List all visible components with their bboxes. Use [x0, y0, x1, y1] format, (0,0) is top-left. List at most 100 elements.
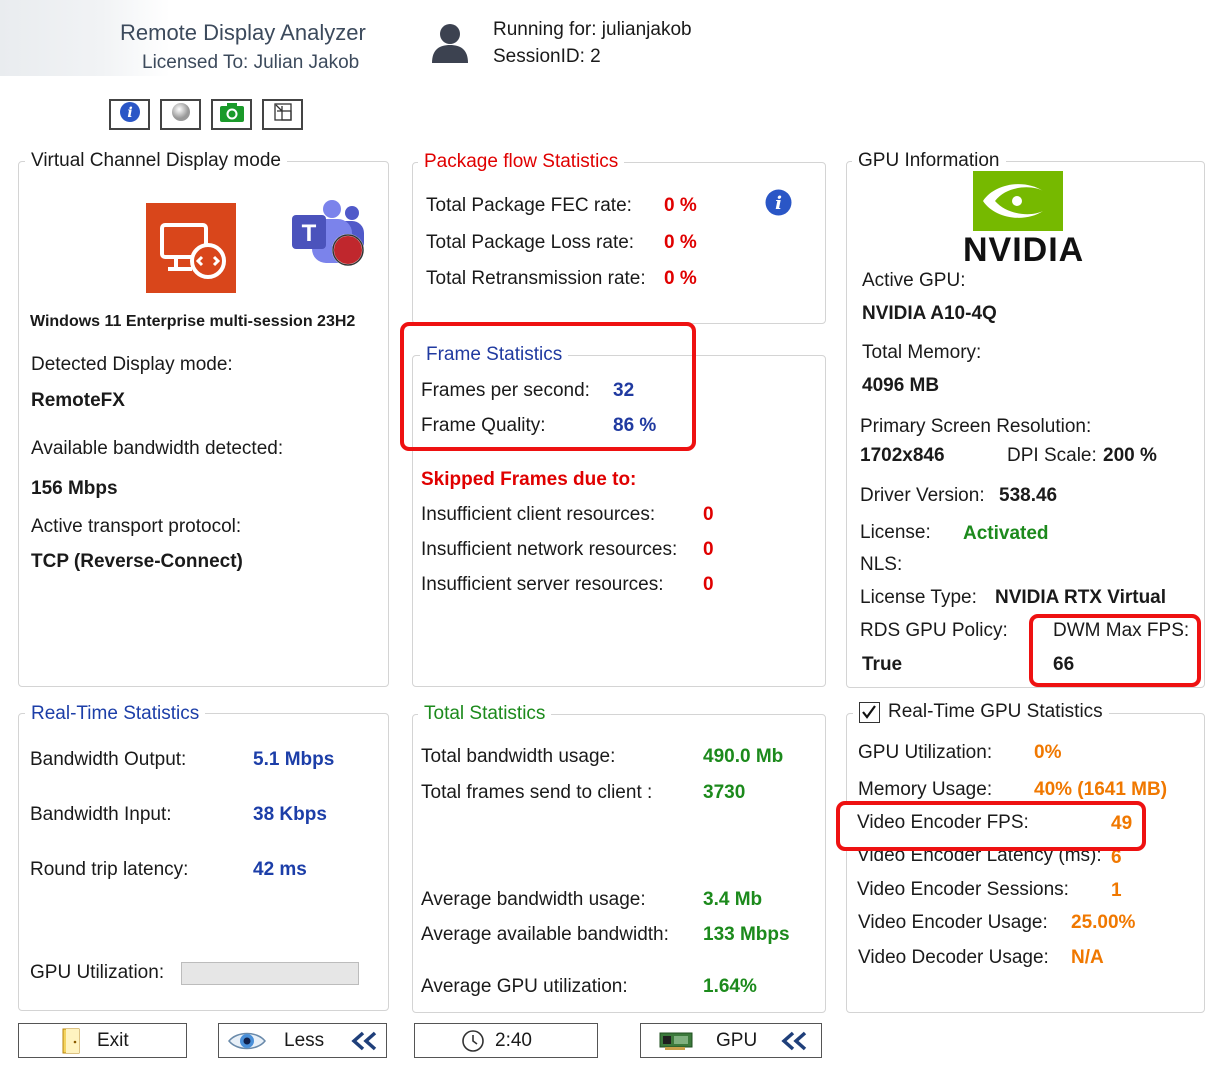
camera-button[interactable] — [211, 99, 252, 130]
graphics-card-icon — [659, 1031, 693, 1051]
clock-icon — [461, 1029, 485, 1053]
bandwidth-detected-label: Available bandwidth detected: — [31, 438, 284, 459]
total-memory-value: 4096 MB — [862, 375, 940, 396]
encoder-fps-label: Video Encoder FPS: — [857, 812, 1029, 833]
rt-gpu-checkbox[interactable] — [859, 701, 880, 723]
svg-text:i: i — [127, 105, 132, 121]
memory-usage-label: Memory Usage: — [858, 779, 993, 800]
bandwidth-output-value: 5.1 Mbps — [253, 749, 335, 770]
total-memory-label: Total Memory: — [862, 342, 982, 363]
fec-rate-value: 0 % — [664, 195, 697, 216]
door-exit-icon — [62, 1028, 80, 1054]
gpu-utilization-label: GPU Utilization: — [30, 962, 165, 983]
gpu-info-title: GPU Information — [852, 150, 1006, 172]
realtime-title: Real-Time Statistics — [25, 703, 206, 725]
memory-usage-value: 40% (1641 MB) — [1034, 779, 1168, 800]
exit-button[interactable]: Exit — [18, 1023, 187, 1058]
timer-button[interactable]: 2:40 — [414, 1023, 598, 1058]
encoder-sessions-value: 1 — [1111, 880, 1122, 901]
app-title: Remote Display Analyzer — [120, 20, 366, 45]
gpu-utilization-bar — [181, 962, 359, 985]
exit-button-label: Exit — [97, 1029, 129, 1051]
total-stats-title: Total Statistics — [418, 703, 552, 725]
dpi-scale-label: DPI Scale: — [1007, 445, 1097, 466]
user-icon — [430, 22, 470, 64]
total-bandwidth-label: Total bandwidth usage: — [421, 746, 616, 767]
less-button[interactable]: Less — [218, 1023, 387, 1058]
running-for: Running for: julianjakob — [493, 19, 692, 40]
bandwidth-output-label: Bandwidth Output: — [30, 749, 187, 770]
ball-button[interactable] — [160, 99, 201, 130]
nvidia-logo-icon — [973, 171, 1063, 231]
resize-icon — [272, 101, 294, 129]
insufficient-server-value: 0 — [703, 574, 714, 595]
camera-icon — [219, 101, 245, 129]
avg-gpu-value: 1.64% — [703, 976, 757, 997]
rt-gpu-title: Real-Time GPU Statistics — [888, 701, 1103, 722]
bandwidth-detected-value: 156 Mbps — [31, 478, 118, 499]
rds-policy-label: RDS GPU Policy: — [860, 620, 1008, 641]
encoder-usage-value: 25.00% — [1071, 912, 1136, 933]
dpi-scale-value: 200 % — [1103, 445, 1157, 466]
avg-bandwidth-value: 3.4 Mb — [703, 889, 763, 910]
resolution-label: Primary Screen Resolution: — [860, 416, 1092, 437]
gpu-button-label: GPU — [716, 1029, 758, 1051]
loss-rate-value: 0 % — [664, 232, 697, 253]
licensed-to: Licensed To: Julian Jakob — [142, 52, 360, 73]
retransmission-rate-label: Total Retransmission rate: — [426, 268, 646, 289]
driver-version-value: 538.46 — [999, 485, 1058, 506]
insufficient-client-label: Insufficient client resources: — [421, 504, 656, 525]
round-trip-value: 42 ms — [253, 859, 307, 880]
package-flow-title: Package flow Statistics — [418, 151, 625, 173]
avg-gpu-label: Average GPU utilization: — [421, 976, 628, 997]
nvidia-logo-text: NVIDIA — [963, 231, 1085, 269]
info-button[interactable]: i — [109, 99, 150, 130]
timer-value: 2:40 — [495, 1029, 532, 1051]
detected-mode-value: RemoteFX — [31, 390, 125, 411]
insufficient-server-label: Insufficient server resources: — [421, 574, 664, 595]
double-chevron-left-icon — [349, 1030, 379, 1052]
detected-mode-label: Detected Display mode: — [31, 354, 233, 375]
transport-protocol-label: Active transport protocol: — [31, 516, 242, 537]
bandwidth-input-value: 38 Kbps — [253, 804, 327, 825]
encoder-usage-label: Video Encoder Usage: — [858, 912, 1048, 933]
resolution-value: 1702x846 — [860, 445, 945, 466]
total-bandwidth-value: 490.0 Mb — [703, 746, 784, 767]
license-label: License: — [860, 522, 931, 543]
dwm-highlight — [1029, 614, 1201, 687]
gpu-button[interactable]: GPU — [640, 1023, 822, 1058]
nls-label: NLS: — [860, 554, 903, 575]
decoder-usage-value: N/A — [1071, 947, 1104, 968]
insufficient-client-value: 0 — [703, 504, 714, 525]
svg-text:T: T — [302, 220, 317, 247]
os-name: Windows 11 Enterprise multi-session 23H2 — [30, 313, 356, 330]
retransmission-rate-value: 0 % — [664, 268, 697, 289]
gpu-double-chevron-left-icon — [779, 1030, 809, 1052]
total-frames-value: 3730 — [703, 782, 746, 803]
license-value: Activated — [963, 523, 1049, 544]
svg-text:i: i — [775, 193, 782, 214]
driver-version-label: Driver Version: — [860, 485, 985, 506]
avg-available-value: 133 Mbps — [703, 924, 790, 945]
avg-available-label: Average available bandwidth: — [421, 924, 669, 945]
active-gpu-value: NVIDIA A10-4Q — [862, 303, 997, 324]
avg-bandwidth-label: Average bandwidth usage: — [421, 889, 646, 910]
encoder-fps-value: 49 — [1111, 813, 1133, 834]
package-info-icon[interactable]: i — [764, 188, 793, 223]
rt-gpu-util-label: GPU Utilization: — [858, 742, 993, 763]
remote-desktop-logo — [146, 203, 236, 293]
fec-rate-label: Total Package FEC rate: — [426, 195, 632, 216]
total-frames-label: Total frames send to client : — [421, 782, 653, 803]
loss-rate-label: Total Package Loss rate: — [426, 232, 635, 253]
less-button-label: Less — [284, 1029, 325, 1051]
rt-gpu-legend: Real-Time GPU Statistics — [853, 701, 1109, 723]
bandwidth-input-label: Bandwidth Input: — [30, 804, 172, 825]
rds-policy-value: True — [862, 654, 903, 675]
round-trip-label: Round trip latency: — [30, 859, 189, 880]
active-gpu-label: Active GPU: — [862, 270, 966, 291]
license-type-label: License Type: — [860, 587, 977, 608]
encoder-sessions-label: Video Encoder Sessions: — [857, 879, 1069, 900]
eye-icon — [227, 1029, 267, 1053]
skipped-frames-title: Skipped Frames due to: — [421, 469, 637, 490]
resize-button[interactable] — [262, 99, 303, 130]
